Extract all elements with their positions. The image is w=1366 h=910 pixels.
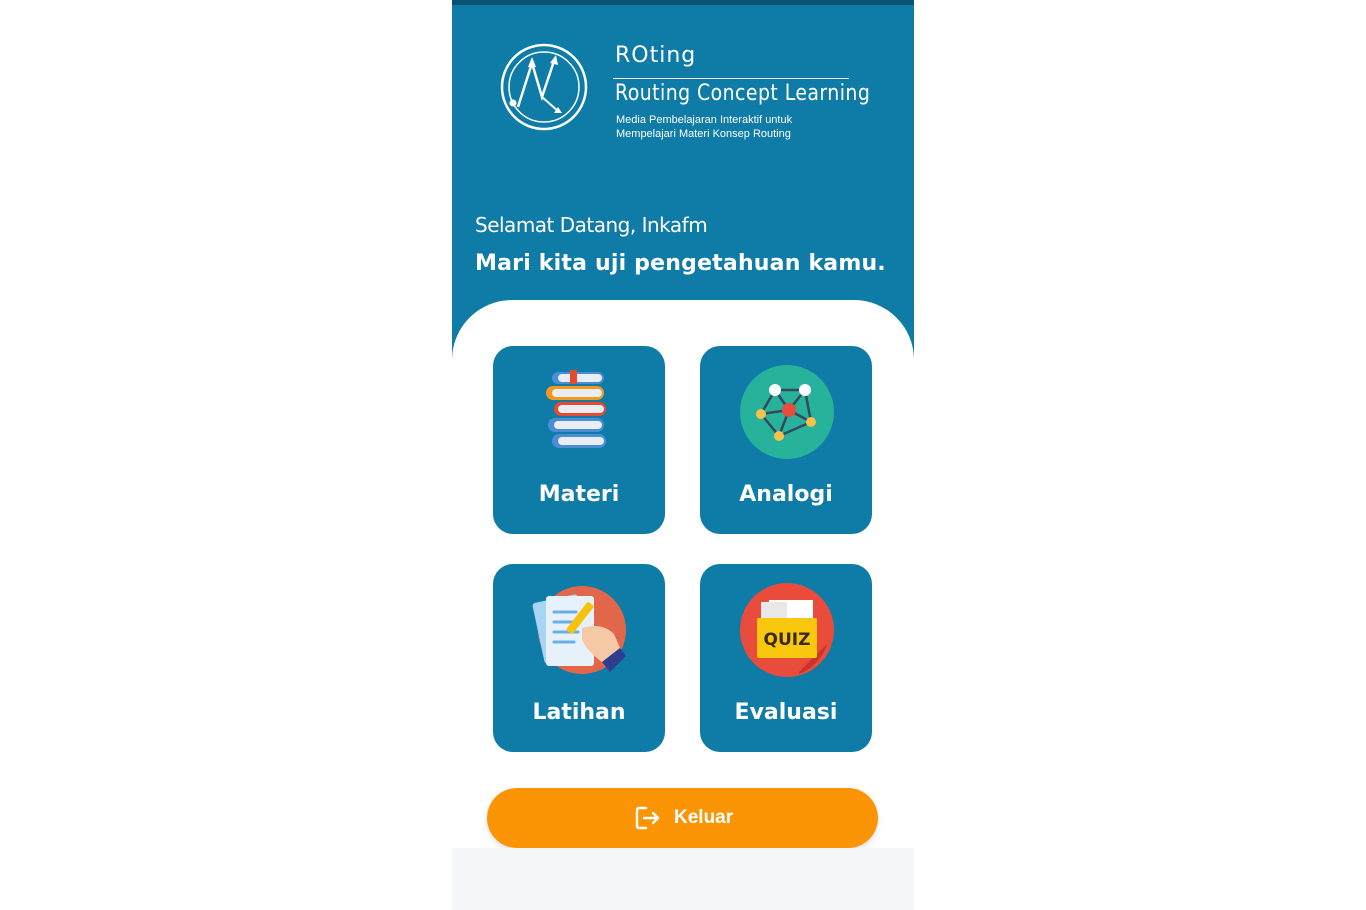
tagline-text: Mari kita uji pengetahuan kamu.: [475, 251, 886, 276]
writing-exercise-icon: [532, 586, 626, 674]
brand-subtitle-line1: Media Pembelajaran Interaktif untuk: [616, 114, 793, 126]
quiz-folder-icon: QUIZ: [740, 583, 834, 677]
app-logo-icon: [500, 43, 588, 131]
menu-card-materi[interactable]: Materi: [493, 346, 665, 534]
menu-card-evaluasi[interactable]: QUIZ Evaluasi: [700, 564, 872, 752]
app-screen: ROting Routing Concept Learning Media Pe…: [452, 0, 914, 910]
brand-subtitle-line2: Mempelajari Materi Konsep Routing: [616, 128, 791, 140]
brand-title: Routing Concept Learning: [615, 81, 871, 106]
logout-label: Keluar: [674, 807, 734, 828]
menu-card-label: Latihan: [532, 700, 626, 725]
menu-card-label: Evaluasi: [734, 700, 838, 725]
brand-short-name: ROting: [615, 43, 697, 68]
svg-text:QUIZ: QUIZ: [764, 630, 811, 650]
bottom-area: [452, 848, 914, 910]
logout-icon: [635, 806, 660, 830]
menu-card-analogi[interactable]: Analogi: [700, 346, 872, 534]
menu-card-label: Materi: [538, 482, 620, 507]
books-icon: [546, 370, 606, 448]
network-icon: [740, 365, 834, 459]
logout-button[interactable]: Keluar: [487, 788, 878, 848]
menu-card-latihan[interactable]: Latihan: [493, 564, 665, 752]
brand-divider: [613, 78, 849, 79]
welcome-text: Selamat Datang, Inkafm: [475, 213, 708, 237]
brand-subtitle: Media Pembelajaran Interaktif untuk Memp…: [616, 113, 836, 141]
menu-card-label: Analogi: [739, 482, 833, 507]
